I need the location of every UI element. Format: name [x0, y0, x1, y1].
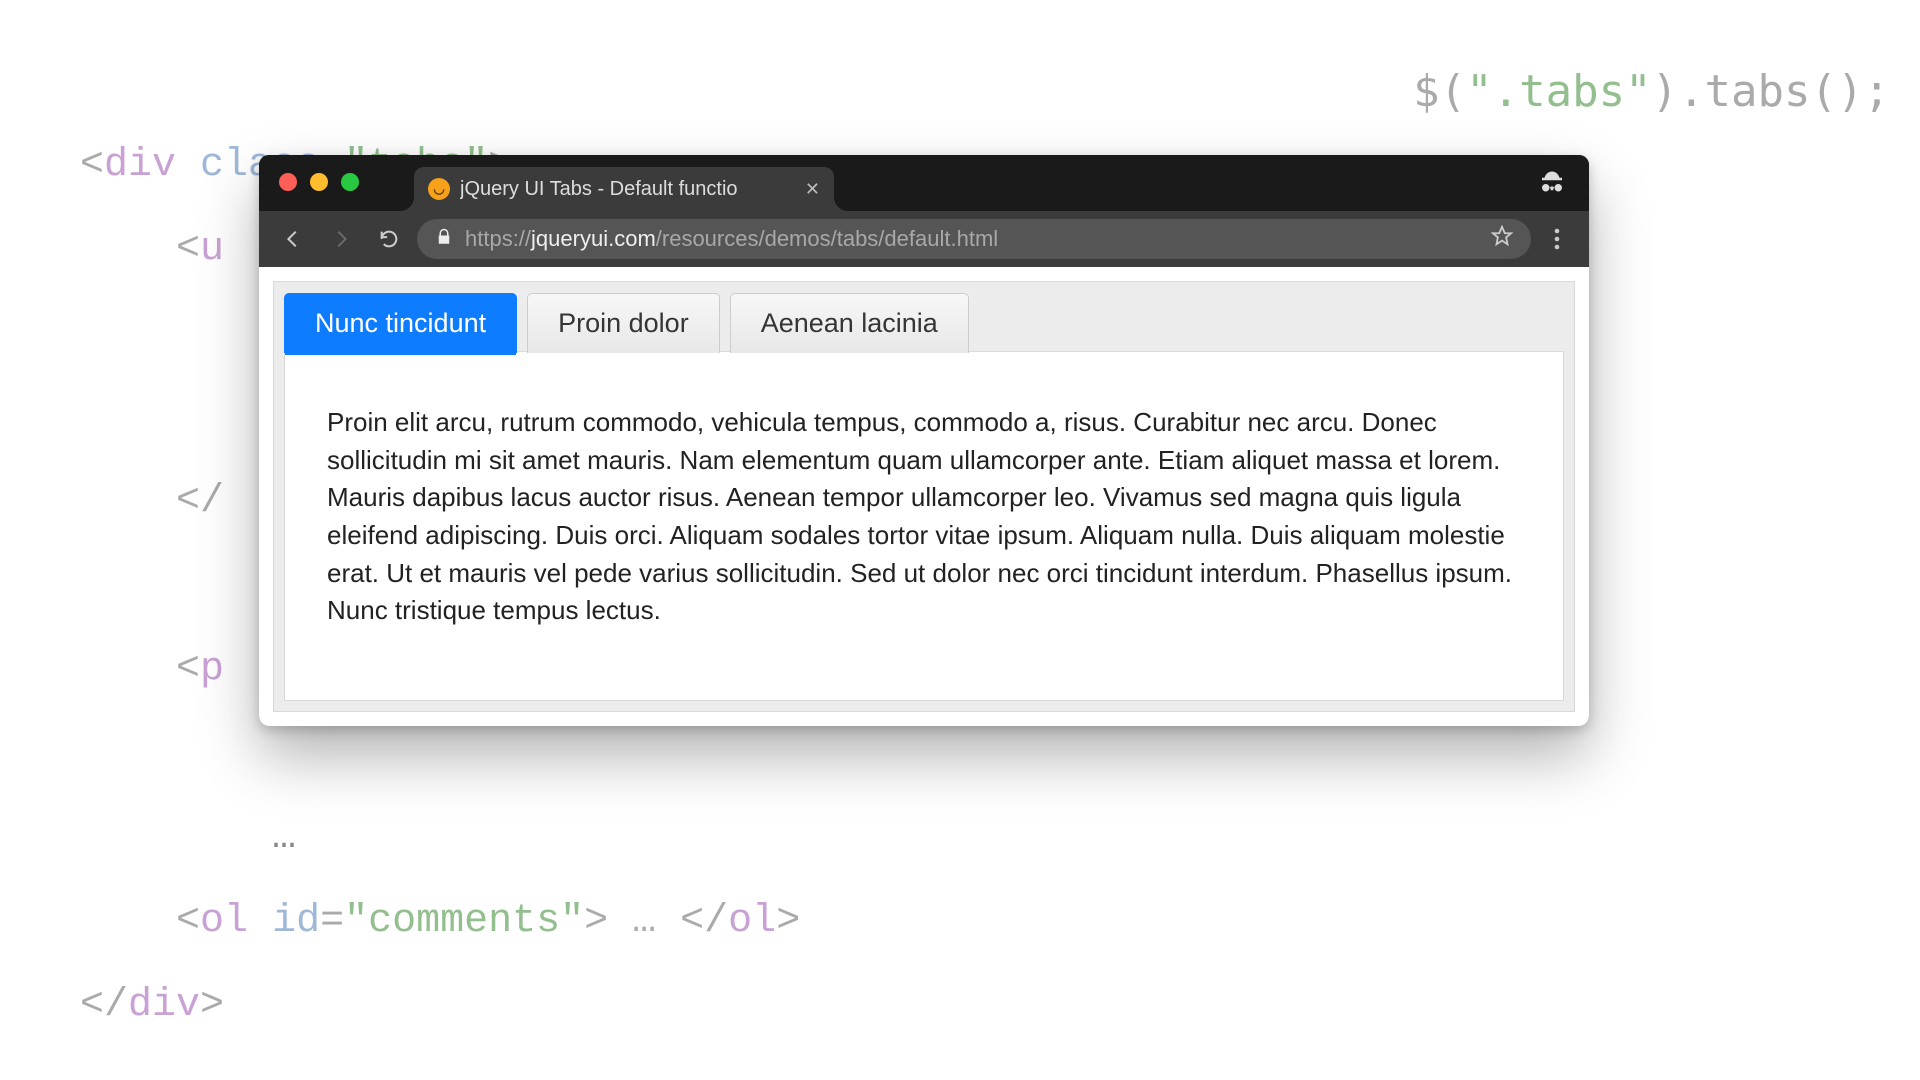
close-window-button[interactable]: [279, 173, 297, 191]
maximize-window-button[interactable]: [341, 173, 359, 191]
address-bar[interactable]: https://jqueryui.com/resources/demos/tab…: [417, 219, 1531, 259]
browser-menu-button[interactable]: [1539, 228, 1575, 250]
back-button[interactable]: [273, 219, 313, 259]
browser-tab[interactable]: ◡ jQuery UI Tabs - Default functio ✕: [414, 167, 834, 211]
reload-button[interactable]: [369, 219, 409, 259]
window-controls: [279, 173, 359, 191]
tab-panel-content: Proin elit arcu, rutrum commodo, vehicul…: [284, 351, 1564, 701]
tab-aenean-lacinia[interactable]: Aenean lacinia: [730, 293, 969, 353]
browser-titlebar: ◡ jQuery UI Tabs - Default functio ✕: [259, 155, 1589, 211]
url-text: https://jqueryui.com/resources/demos/tab…: [465, 226, 1479, 252]
forward-button[interactable]: [321, 219, 361, 259]
tab-proin-dolor[interactable]: Proin dolor: [527, 293, 720, 353]
incognito-icon: [1537, 169, 1567, 204]
page-viewport: Nunc tincidunt Proin dolor Aenean lacini…: [259, 267, 1589, 726]
lock-icon: [435, 226, 453, 252]
tab-nunc-tincidunt[interactable]: Nunc tincidunt: [284, 293, 517, 353]
tab-close-icon[interactable]: ✕: [805, 179, 820, 200]
tabs-nav: Nunc tincidunt Proin dolor Aenean lacini…: [284, 292, 1564, 352]
browser-toolbar: https://jqueryui.com/resources/demos/tab…: [259, 211, 1589, 267]
background-js-snippet: $(".tabs").tabs();: [1413, 66, 1890, 117]
tab-favicon: ◡: [428, 178, 450, 200]
tab-title: jQuery UI Tabs - Default functio: [460, 178, 795, 201]
bookmark-star-icon[interactable]: [1491, 225, 1513, 253]
minimize-window-button[interactable]: [310, 173, 328, 191]
panel-text: Proin elit arcu, rutrum commodo, vehicul…: [327, 404, 1521, 630]
browser-window: ◡ jQuery UI Tabs - Default functio ✕ htt…: [259, 155, 1589, 726]
jquery-tabs-widget: Nunc tincidunt Proin dolor Aenean lacini…: [273, 281, 1575, 712]
